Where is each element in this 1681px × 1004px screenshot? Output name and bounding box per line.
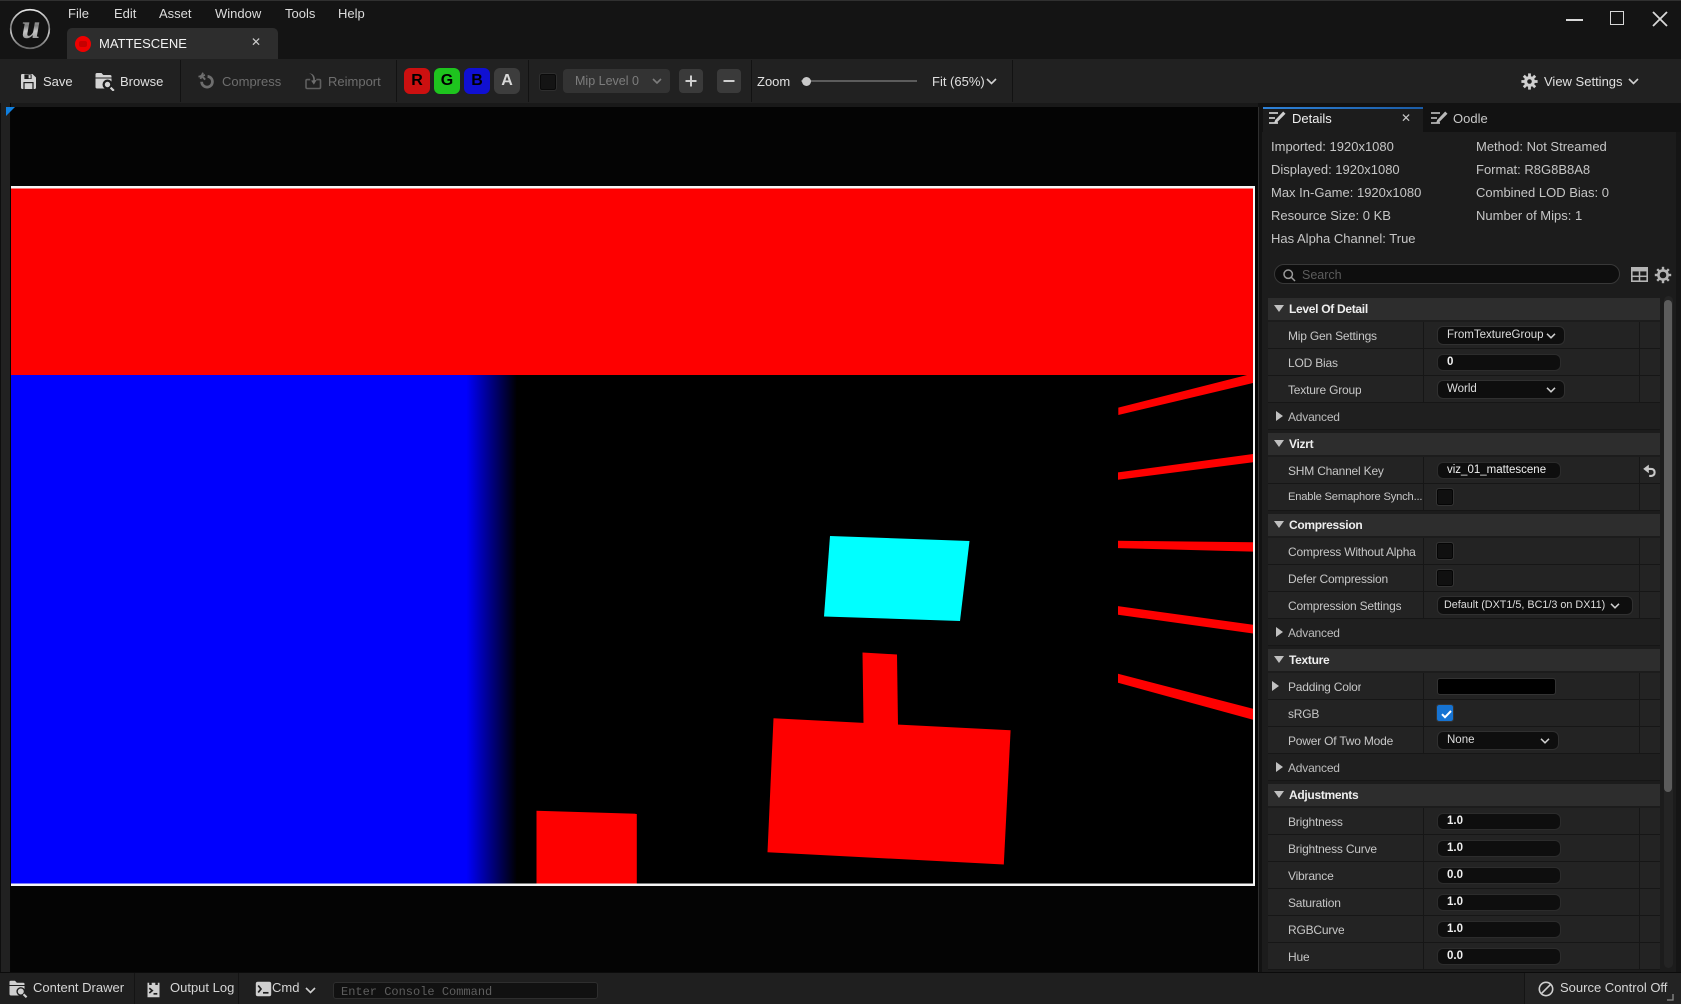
- svg-text:u: u: [22, 9, 41, 46]
